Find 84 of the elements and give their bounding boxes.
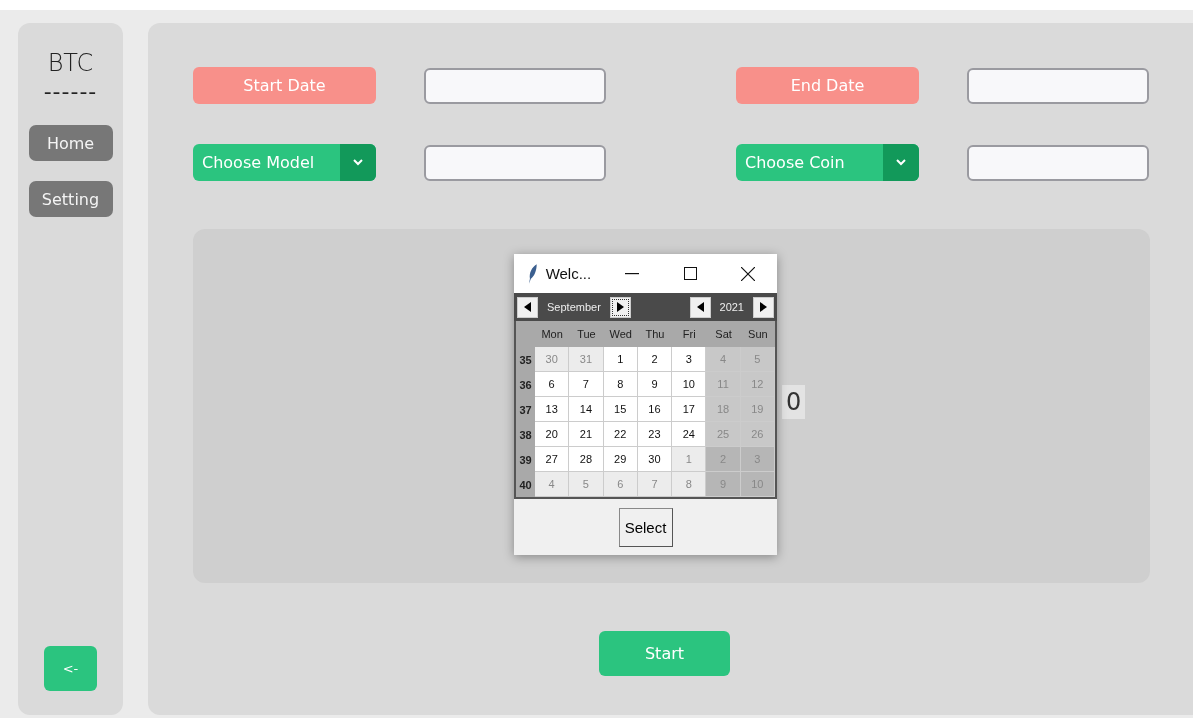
week-number: 35 (518, 352, 533, 368)
calendar-day[interactable]: 4 (535, 472, 570, 497)
weekday-header: Sun (747, 327, 769, 342)
right-triangle-icon (616, 302, 624, 312)
calendar-day[interactable]: 12 (740, 372, 775, 397)
maximize-icon[interactable] (683, 267, 697, 280)
calendar-day[interactable]: 30 (535, 347, 570, 372)
calendar-day[interactable]: 11 (706, 372, 741, 397)
calendar-day[interactable]: 5 (569, 472, 604, 497)
calendar-day[interactable]: 6 (535, 372, 570, 397)
previous-year-button[interactable] (689, 296, 711, 318)
input-field[interactable] (424, 67, 606, 104)
calendar-day[interactable]: 8 (603, 372, 638, 397)
calendar-day[interactable]: 8 (672, 472, 707, 497)
calendar-day[interactable]: 14 (569, 397, 604, 422)
sidebar-title: BTC (47, 49, 94, 77)
calendar-day[interactable]: 10 (672, 372, 707, 397)
close-icon[interactable] (741, 266, 756, 281)
date-label-button[interactable]: End Date (736, 67, 919, 104)
dialog-title: Welc... (545, 265, 593, 282)
calendar-day[interactable]: 29 (603, 447, 638, 472)
calendar-day[interactable]: 18 (706, 397, 741, 422)
date-label-button[interactable]: Start Date (193, 67, 376, 104)
week-number: 39 (518, 452, 533, 468)
calendar-day[interactable]: 2 (637, 347, 673, 372)
sidebar-divider-text: ------ (43, 79, 98, 105)
week-number: 40 (518, 477, 533, 493)
minimize-icon[interactable] (625, 272, 640, 275)
calendar-day[interactable]: 28 (569, 447, 604, 472)
calendar-day[interactable]: 22 (603, 422, 638, 447)
week-number: 37 (518, 402, 533, 418)
calendar-day[interactable]: 5 (740, 347, 775, 372)
calendar-day[interactable]: 21 (569, 422, 604, 447)
input-field[interactable] (967, 67, 1149, 104)
month-label: September (546, 301, 602, 313)
sidebar-button[interactable]: Setting (28, 181, 113, 217)
calendar-day[interactable]: 24 (672, 422, 707, 447)
week-number: 38 (518, 427, 533, 443)
calendar-day[interactable]: 16 (637, 397, 673, 422)
weekday-header: Tue (576, 327, 597, 342)
weekday-header: Thu (644, 327, 666, 342)
week-number: 36 (518, 377, 533, 393)
calendar-day[interactable]: 20 (535, 422, 570, 447)
calendar-day[interactable]: 4 (706, 347, 741, 372)
left-triangle-icon (524, 302, 531, 312)
chevron-down-icon (896, 159, 906, 166)
dropdown-button[interactable]: Choose Model (193, 144, 376, 181)
calendar-day[interactable]: 31 (569, 347, 604, 372)
calendar-day[interactable]: 3 (672, 347, 707, 372)
weekday-header: Wed (608, 327, 633, 342)
calendar-day[interactable]: 7 (637, 472, 673, 497)
back-button[interactable]: <- (44, 646, 97, 691)
chevron-down-icon (353, 159, 363, 166)
year-label: 2021 (718, 301, 745, 313)
dropdown-button[interactable]: Choose Coin (736, 144, 919, 181)
calendar-day[interactable]: 15 (603, 397, 638, 422)
calendar-day[interactable]: 17 (672, 397, 707, 422)
input-field[interactable] (424, 144, 606, 181)
calendar-day[interactable]: 27 (535, 447, 570, 472)
calendar-day[interactable]: 1 (672, 447, 707, 472)
right-triangle-icon (760, 302, 767, 312)
next-year-button[interactable] (753, 296, 774, 318)
output-text: 0 (782, 385, 806, 420)
left-triangle-icon (696, 302, 704, 312)
select-button[interactable]: Select (618, 507, 673, 547)
previous-month-button[interactable] (517, 296, 538, 318)
calendar-day[interactable]: 9 (637, 372, 673, 397)
calendar-day[interactable]: 30 (637, 447, 673, 472)
calendar-day[interactable]: 25 (706, 422, 741, 447)
calendar-day[interactable]: 13 (535, 397, 570, 422)
calendar-day[interactable]: 1 (603, 347, 638, 372)
next-month-button[interactable] (609, 296, 631, 318)
input-field[interactable] (967, 144, 1149, 181)
weekday-header: Fri (681, 327, 697, 342)
weekday-header: Mon (540, 327, 564, 342)
calendar-day[interactable]: 19 (740, 397, 775, 422)
calendar-day[interactable]: 23 (637, 422, 673, 447)
start-button[interactable]: Start (599, 631, 730, 676)
calendar-day[interactable]: 26 (740, 422, 775, 447)
weekday-header: Sat (714, 327, 733, 342)
feather-icon (528, 263, 538, 284)
sidebar-button[interactable]: Home (28, 125, 113, 161)
calendar-day[interactable]: 7 (569, 372, 604, 397)
calendar-day[interactable]: 6 (603, 472, 638, 497)
